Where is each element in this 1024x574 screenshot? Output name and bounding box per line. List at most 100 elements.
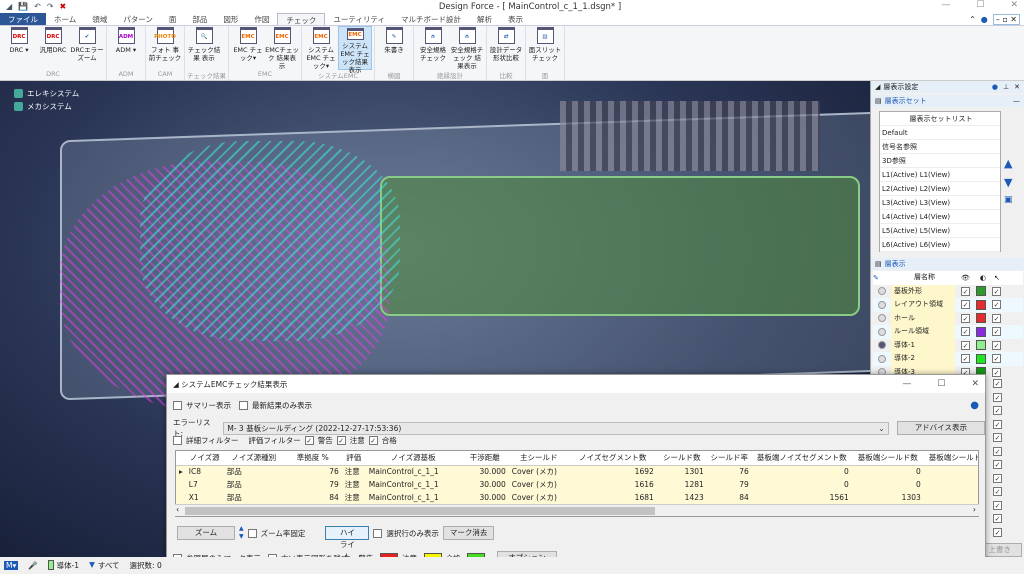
tab-0[interactable]: ファイル — [0, 13, 46, 25]
visible-checkbox[interactable]: ✓ — [961, 313, 970, 323]
table-cell[interactable]: 注意 — [341, 491, 366, 504]
column-header[interactable]: 基板端シールド率 — [923, 451, 978, 466]
table-cell[interactable]: 1561 — [751, 491, 852, 504]
advice-button[interactable]: アドバイス表示 — [896, 421, 985, 435]
layer-set-item[interactable]: 信号名参照 — [880, 140, 1000, 154]
active-layer-radio[interactable] — [878, 327, 886, 336]
zoom-up-icon[interactable]: ▲ — [239, 525, 244, 533]
pin-icon[interactable]: ⊥ — [1003, 83, 1009, 91]
ribbon-button[interactable]: ∩ 安全規格 チェック — [416, 26, 450, 70]
column-header[interactable]: シールド率 — [706, 451, 752, 466]
active-layer-radio[interactable] — [878, 287, 886, 296]
redo-icon[interactable]: ↷ — [47, 2, 54, 11]
column-header[interactable]: ノイズ源種別 — [223, 451, 284, 466]
table-cell[interactable]: 0 — [851, 478, 924, 491]
selectable-checkbox[interactable]: ✓ — [992, 327, 1001, 337]
selectable-checkbox[interactable]: ✓ — [993, 473, 1002, 483]
visible-checkbox[interactable]: ✓ — [961, 286, 970, 296]
layer-row[interactable]: ルール領域 ✓ ✓ — [873, 325, 1023, 339]
table-cell[interactable]: 0 — [851, 465, 924, 478]
table-cell[interactable]: 1301 — [656, 465, 707, 478]
selectable-checkbox[interactable]: ✓ — [993, 446, 1002, 456]
mode-icon[interactable]: M▾ — [4, 561, 19, 570]
table-cell[interactable]: Cover (メカ) — [508, 465, 569, 478]
tab-2[interactable]: 領域 — [84, 13, 115, 25]
zoom-down-icon[interactable]: ▼ — [239, 533, 244, 541]
edit-icon[interactable]: ▣ — [1004, 195, 1013, 205]
selectable-checkbox[interactable]: ✓ — [993, 433, 1002, 442]
tab-8[interactable]: チェック — [277, 13, 326, 25]
table-cell[interactable]: 0 — [923, 465, 978, 478]
maximize-button[interactable]: ☐ — [976, 0, 984, 10]
table-cell[interactable]: X1 — [185, 491, 224, 504]
layer-set-header[interactable]: ▤ 層表示セット — — [871, 95, 1024, 107]
visible-checkbox[interactable]: ✓ — [961, 300, 970, 310]
save-icon[interactable]: 💾 — [18, 2, 28, 11]
ribbon-button[interactable]: EMC システムEMC チェック▾ — [304, 26, 338, 70]
selectable-checkbox[interactable]: ✓ — [993, 419, 1002, 429]
table-cell[interactable]: 注意 — [341, 465, 366, 478]
table-cell[interactable]: 1423 — [656, 491, 707, 504]
collapse-icon[interactable]: — — [1013, 97, 1020, 105]
summary-checkbox[interactable] — [173, 401, 182, 410]
move-down-icon[interactable]: ▼ — [1004, 176, 1013, 189]
selectable-checkbox[interactable]: ✓ — [993, 527, 1002, 537]
layer-set-item[interactable]: L3(Active) L3(View) — [880, 196, 1000, 210]
tab-9[interactable]: ユーティリティ — [325, 13, 393, 25]
column-header[interactable]: 主シールド — [508, 451, 569, 466]
ribbon-button[interactable]: EMC システムEMC チェック結果表示 — [338, 26, 372, 74]
layer-display-header[interactable]: ▤ 層表示 — [871, 258, 1024, 270]
active-layer[interactable]: 導体-1 — [57, 560, 79, 571]
table-cell[interactable]: MainControl_c_1_1 — [365, 465, 461, 478]
layer-row[interactable]: 導体-2 ✓ ✓ — [873, 352, 1023, 366]
selectable-checkbox[interactable]: ✓ — [993, 379, 1002, 388]
selectable-checkbox[interactable]: ✓ — [992, 286, 1001, 296]
table-cell[interactable]: 0 — [751, 465, 852, 478]
warn-filter-checkbox[interactable]: ✓ — [304, 436, 314, 445]
ribbon-button[interactable]: EMC EMC チェック▾ — [231, 26, 265, 70]
table-cell[interactable]: 注意 — [341, 478, 366, 491]
tab-3[interactable]: パターン — [115, 13, 161, 25]
ribbon-button[interactable]: 🔍 チェック結果 表示 — [187, 26, 221, 70]
undo-icon[interactable]: ↶ — [34, 2, 41, 11]
table-cell[interactable]: 1303 — [851, 491, 924, 504]
selectable-checkbox[interactable]: ✓ — [993, 514, 1002, 523]
caution-filter-checkbox[interactable]: ✓ — [336, 436, 346, 445]
layer-color-swatch[interactable] — [976, 286, 986, 297]
tab-11[interactable]: 解析 — [469, 13, 500, 25]
ribbon-button[interactable]: ✔ DRCエラー ズーム — [70, 26, 104, 70]
table-cell[interactable]: 1681 — [568, 491, 657, 504]
layer-color-swatch[interactable] — [976, 313, 986, 324]
table-cell[interactable]: 30.000 — [460, 478, 509, 491]
help-icon[interactable]: ● — [981, 15, 988, 24]
layer-set-item[interactable]: L5(Active) L5(View) — [880, 224, 1000, 238]
layer-color-swatch[interactable] — [976, 340, 986, 351]
minimize-button[interactable]: — — [941, 0, 950, 10]
table-cell[interactable]: 79 — [706, 478, 752, 491]
collapse-ribbon-icon[interactable]: ⌃ — [969, 15, 976, 24]
ribbon-button[interactable]: PHOTO フォト 事前チェック — [148, 26, 182, 70]
move-up-icon[interactable]: ▲ — [1004, 157, 1013, 170]
table-cell[interactable]: 0 — [923, 478, 978, 491]
table-cell[interactable]: 84 — [283, 491, 342, 504]
column-header[interactable]: 評価 — [341, 451, 366, 466]
microphone-icon[interactable]: 🎤 — [28, 561, 37, 570]
active-layer-radio[interactable] — [878, 314, 886, 323]
tab-7[interactable]: 作図 — [246, 13, 277, 25]
ribbon-button[interactable]: DRC 汎用DRC — [36, 26, 70, 70]
filter-value[interactable]: すべて — [98, 560, 120, 571]
table-cell[interactable]: 83 — [923, 491, 978, 504]
layer-row[interactable]: 導体-1 ✓ ✓ — [873, 338, 1023, 352]
selectable-checkbox[interactable]: ✓ — [992, 300, 1001, 310]
horizontal-scrollbar[interactable]: ‹ › — [175, 504, 979, 516]
layer-set-item[interactable]: 3D参照 — [880, 154, 1000, 168]
selectable-checkbox[interactable]: ✓ — [993, 406, 1002, 415]
layer-color-swatch[interactable] — [976, 299, 986, 310]
ribbon-button[interactable]: ✎ 朱書き — [377, 26, 411, 70]
table-cell[interactable]: 1692 — [568, 465, 657, 478]
layer-set-list[interactable]: 層表示セットリスト Default 信号名参照 3D参照 L1(Active) L1(V… — [879, 111, 1001, 252]
active-layer-radio[interactable] — [878, 354, 886, 363]
table-cell[interactable]: 76 — [283, 465, 342, 478]
column-header[interactable]: 基板端シールド数 — [851, 451, 924, 466]
column-header[interactable]: ノイズ源基板 — [365, 451, 461, 466]
